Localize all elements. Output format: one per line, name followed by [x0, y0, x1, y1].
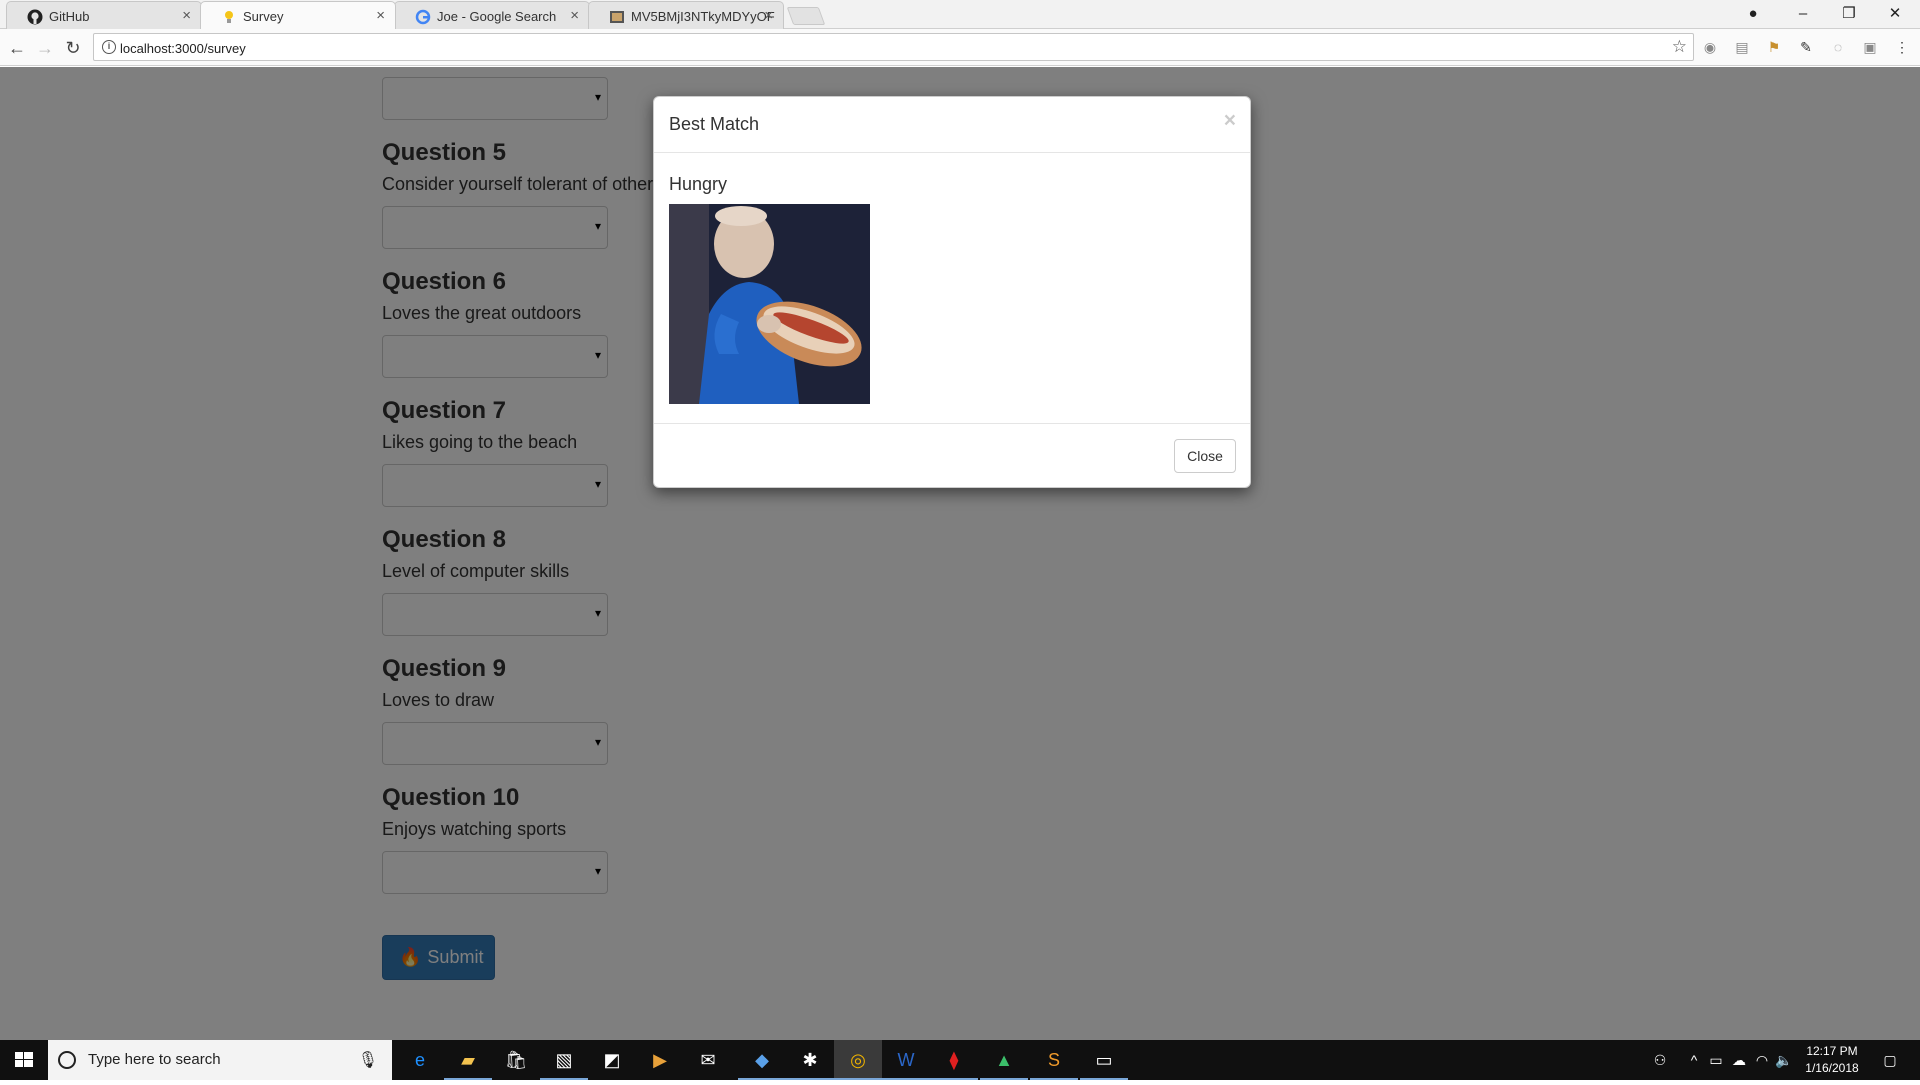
new-tab-button[interactable] — [786, 7, 826, 25]
modal-header: Best Match × — [654, 97, 1250, 153]
close-icon[interactable]: × — [764, 7, 773, 24]
forward-button[interactable]: → — [33, 36, 57, 60]
gitkraken-icon[interactable]: ▲ — [980, 1040, 1028, 1080]
tab-label: Joe - Google Search — [437, 9, 557, 24]
cortana-icon — [58, 1051, 76, 1069]
restore-button[interactable]: ❐ — [1826, 2, 1872, 26]
windows-icon — [15, 1052, 33, 1067]
modal-body: Hungry — [654, 154, 1250, 420]
menu-icon[interactable]: ⋮ — [1892, 37, 1912, 57]
close-icon[interactable]: × — [1224, 109, 1236, 133]
slack-icon[interactable]: ✱ — [786, 1040, 834, 1080]
tab-label: Survey — [243, 9, 284, 24]
system-clock[interactable]: 12:17 PM 1/16/2018 — [1792, 1043, 1872, 1077]
word-icon[interactable]: W — [882, 1040, 930, 1080]
back-button[interactable]: ← — [5, 36, 29, 60]
start-button[interactable] — [0, 1040, 48, 1080]
clock-time: 12:17 PM — [1806, 1044, 1858, 1058]
volume-icon[interactable]: 🔈 — [1774, 1040, 1794, 1080]
terminal-icon[interactable]: ▭ — [1080, 1040, 1128, 1080]
file-explorer-icon[interactable]: ▰ — [444, 1040, 492, 1080]
chrome-icon[interactable]: ◎ — [834, 1040, 882, 1080]
best-match-modal: Best Match × Hungry Close — [653, 96, 1251, 488]
close-icon[interactable]: × — [376, 7, 385, 24]
github-icon — [27, 9, 43, 25]
wifi-icon[interactable]: ◠ — [1752, 1040, 1772, 1080]
sublime-text-icon[interactable]: S — [1030, 1040, 1078, 1080]
modal-footer: Close — [654, 423, 1250, 489]
search-placeholder: Type here to search — [88, 1051, 221, 1068]
chevron-up-icon[interactable]: ^ — [1684, 1040, 1704, 1080]
image-icon — [610, 11, 624, 23]
visual-studio-icon[interactable]: ◆ — [738, 1040, 786, 1080]
extension-icon[interactable]: ▤ — [1732, 37, 1752, 57]
minimize-button[interactable]: – — [1780, 2, 1826, 26]
tab-strip: GitHub × Survey × Joe - Google Search × … — [0, 0, 1920, 29]
modal-title: Best Match — [669, 114, 760, 134]
tab-google-search[interactable]: Joe - Google Search × — [394, 1, 590, 29]
extension-icon[interactable]: ✎ — [1796, 37, 1816, 57]
store-icon[interactable]: 🛍 — [492, 1040, 540, 1080]
tab-image[interactable]: MV5BMjI3NTkyMDYyOF × — [588, 1, 784, 29]
lightbulb-icon — [225, 11, 233, 23]
notifications-icon[interactable]: ▢ — [1876, 1040, 1904, 1080]
close-icon[interactable]: × — [182, 7, 191, 24]
window-close-button[interactable]: ✕ — [1872, 2, 1918, 26]
extension-icon[interactable]: ◌ — [1828, 37, 1848, 57]
tab-label: GitHub — [49, 9, 90, 24]
media-player-icon[interactable]: ▶ — [636, 1040, 684, 1080]
url-text: localhost:3000/survey — [120, 41, 246, 56]
tab-github[interactable]: GitHub × — [6, 1, 202, 29]
tab-survey[interactable]: Survey × — [200, 1, 396, 29]
bookmark-star-icon[interactable]: ☆ — [1672, 37, 1687, 57]
close-button[interactable]: Close — [1174, 439, 1236, 473]
extension-icon[interactable]: ◉ — [1700, 37, 1720, 57]
battery-icon[interactable]: ▭ — [1706, 1040, 1726, 1080]
close-icon[interactable]: × — [570, 7, 579, 24]
match-name: Hungry — [669, 174, 728, 194]
onedrive-icon[interactable]: ☁ — [1728, 1040, 1750, 1080]
clock-date: 1/16/2018 — [1805, 1061, 1859, 1075]
address-bar[interactable]: i localhost:3000/survey ☆ — [93, 33, 1694, 61]
profile-icon[interactable]: ● — [1730, 2, 1776, 26]
extension-icon[interactable]: ▣ — [1860, 37, 1880, 57]
photos-icon[interactable]: ▧ — [540, 1040, 588, 1080]
reload-button[interactable]: ↻ — [61, 36, 85, 60]
people-icon[interactable]: ⚇ — [1648, 1040, 1672, 1080]
info-icon[interactable]: i — [102, 40, 116, 54]
taskbar-search[interactable]: Type here to search 🎙 — [48, 1040, 392, 1080]
mail-icon[interactable]: ✉ — [684, 1040, 732, 1080]
acrobat-icon[interactable]: ⧫ — [930, 1040, 978, 1080]
windows-taskbar: Type here to search 🎙 e ▰ 🛍 ▧ ◩ ▶ ✉ ◆ ✱ … — [0, 1040, 1920, 1080]
app-icon[interactable]: ◩ — [588, 1040, 636, 1080]
extension-icon[interactable]: ⚑ — [1764, 37, 1784, 57]
browser-toolbar: ← → ↻ i localhost:3000/survey ☆ ◉ ▤ ⚑ ✎ … — [0, 29, 1920, 66]
google-icon — [415, 9, 431, 25]
tab-label: MV5BMjI3NTkyMDYyOF — [631, 9, 775, 24]
microphone-icon[interactable]: 🎙 — [358, 1050, 378, 1070]
match-photo — [669, 204, 870, 404]
edge-icon[interactable]: e — [396, 1040, 444, 1080]
